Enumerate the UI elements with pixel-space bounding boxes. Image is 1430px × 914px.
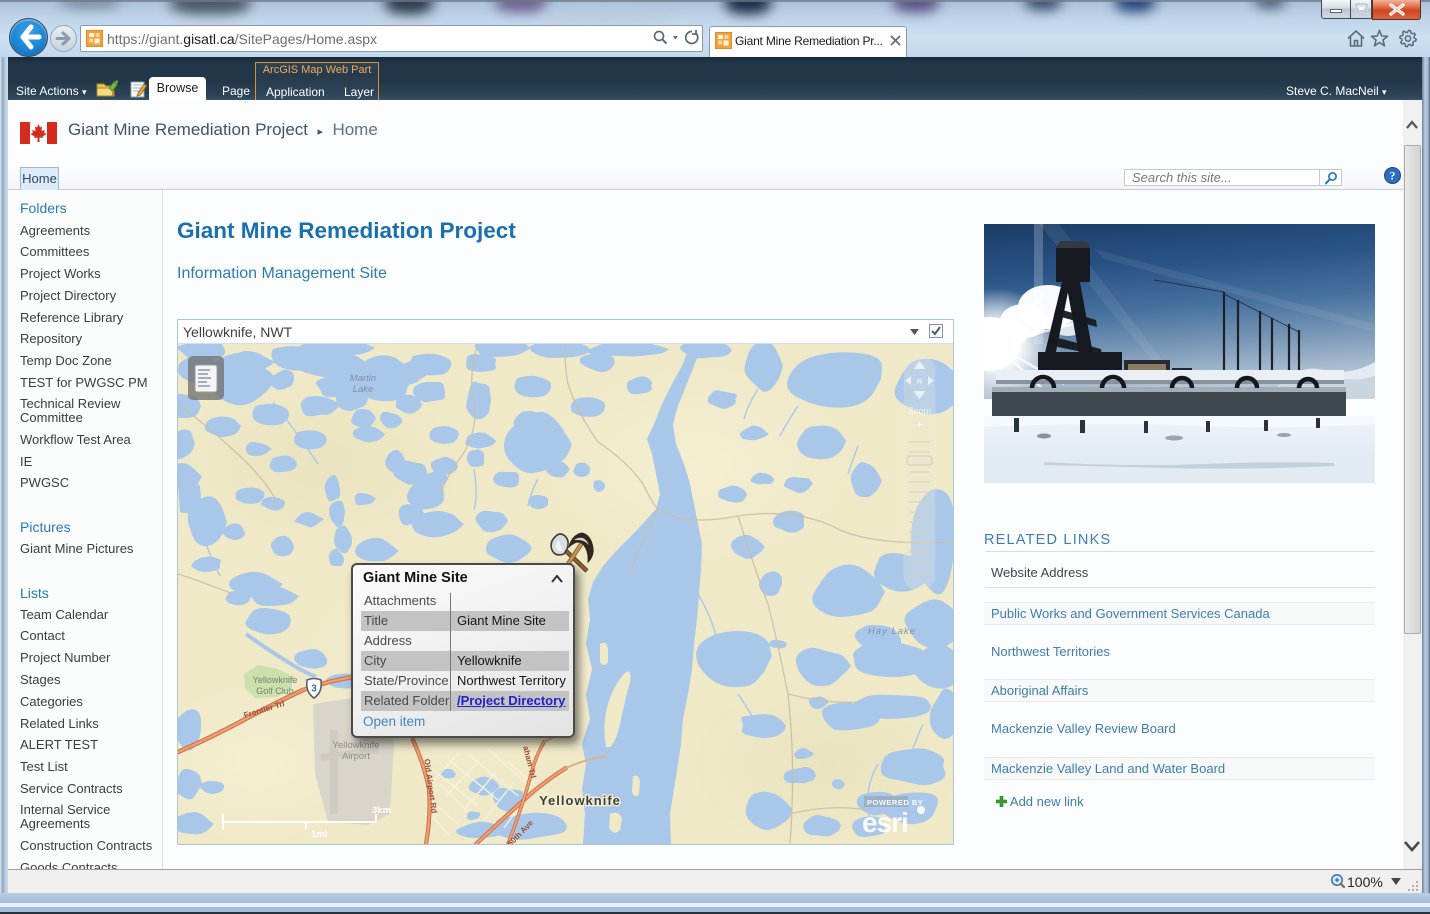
svg-text:1mi: 1mi (311, 829, 327, 840)
svg-text:N: N (917, 377, 922, 386)
svg-text:+: + (916, 419, 922, 431)
svg-text:Yellowknife: Yellowknife (332, 740, 379, 751)
svg-text:Yellowknife: Yellowknife (539, 793, 621, 808)
svg-text:esri: esri (862, 807, 908, 838)
svg-text:Airport: Airport (342, 751, 370, 762)
svg-text:POWERED BY: POWERED BY (867, 798, 923, 807)
svg-text:Zoom: Zoom (908, 406, 931, 416)
svg-text:Yellowknife: Yellowknife (253, 675, 298, 685)
svg-text:Hay Lake: Hay Lake (868, 626, 916, 637)
svg-text:?: ? (1390, 171, 1396, 183)
svg-text:Lake: Lake (353, 384, 374, 395)
svg-text:Golf Club: Golf Club (256, 686, 294, 696)
svg-text:Martin: Martin (350, 373, 376, 384)
svg-text:3km: 3km (372, 805, 391, 816)
svg-text:3: 3 (311, 684, 317, 695)
